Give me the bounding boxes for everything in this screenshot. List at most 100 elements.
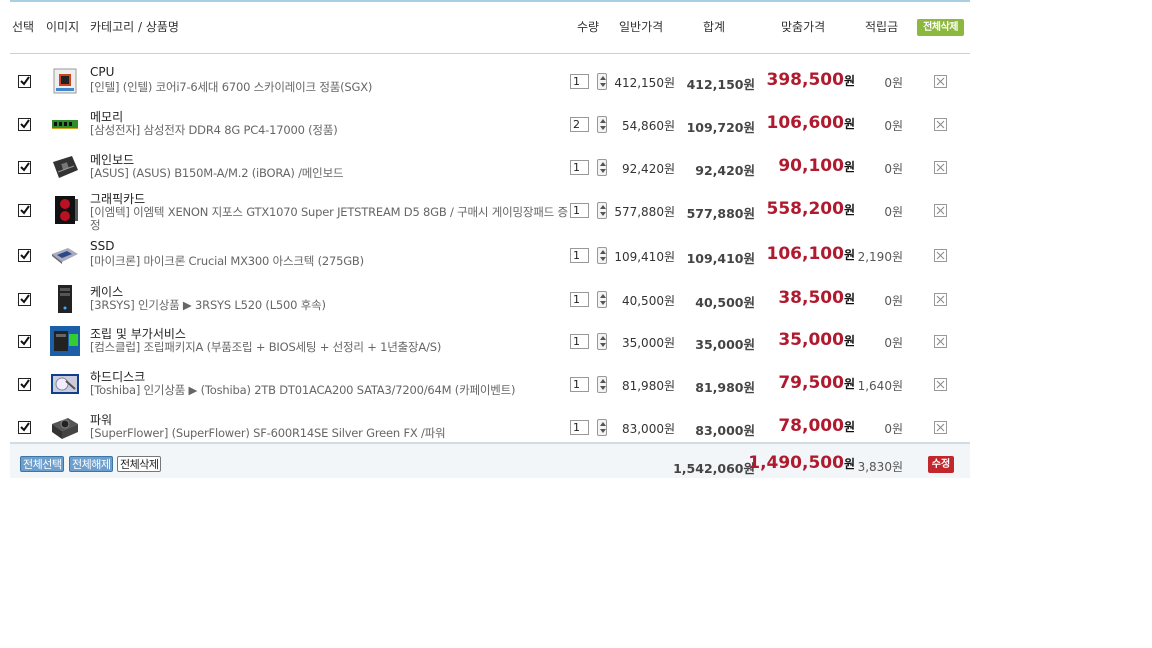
stepper-up-icon[interactable] (600, 336, 606, 340)
item-sale-value: 78,000 (778, 416, 844, 436)
assembly-service-icon[interactable] (50, 326, 80, 356)
stepper-down-icon[interactable] (600, 386, 606, 390)
quantity-stepper[interactable] (597, 116, 607, 133)
delete-all-button[interactable]: 전체삭제 (117, 456, 162, 472)
header-category-name: 카테고리 / 상품명 (90, 20, 179, 34)
item-sale-price: 79,500원 (778, 373, 855, 393)
item-name-link[interactable]: [마이크론] 마이크론 Crucial MX300 아스크텍 (275GB) (90, 255, 572, 268)
quantity-input[interactable]: 1 (570, 160, 589, 175)
quantity-input[interactable]: 1 (570, 203, 589, 218)
stepper-down-icon[interactable] (600, 169, 606, 173)
stepper-down-icon[interactable] (600, 301, 606, 305)
stepper-down-icon[interactable] (600, 343, 606, 347)
header-subtotal: 합계 (703, 20, 726, 34)
item-checkbox[interactable] (18, 335, 31, 348)
delete-item-icon[interactable] (934, 75, 947, 88)
quantity-stepper[interactable] (597, 291, 607, 308)
quantity-stepper[interactable] (597, 73, 607, 90)
item-regular-price: 40,500원 (621, 294, 675, 308)
delete-item-icon[interactable] (934, 421, 947, 434)
item-name-link[interactable]: [Toshiba] 인기상품 ▶ (Toshiba) 2TB DT01ACA20… (90, 384, 572, 397)
item-points: 0원 (884, 119, 903, 133)
quantity-stepper[interactable] (597, 419, 607, 436)
item-name-link[interactable]: [SuperFlower] (SuperFlower) SF-600R14SE … (90, 427, 572, 440)
item-sale-price: 90,100원 (778, 156, 855, 176)
total-sale-value: 1,490,500 (748, 453, 844, 473)
quantity-input[interactable]: 1 (570, 420, 589, 435)
delete-item-icon[interactable] (934, 335, 947, 348)
item-sale-price: 106,600원 (767, 113, 855, 133)
quantity-input[interactable]: 2 (570, 117, 589, 132)
quantity-input[interactable]: 1 (570, 334, 589, 349)
cart-row: 조립 및 부가서비스 [컴스클럽] 조립패키지A (부품조립 + BIOS세팅 +… (10, 324, 970, 358)
item-subtotal: 412,150원 (686, 77, 755, 92)
stepper-up-icon[interactable] (600, 250, 606, 254)
delete-all-button-top[interactable]: 전체삭제 (917, 19, 964, 36)
item-checkbox[interactable] (18, 118, 31, 131)
total-sale-price: 1,490,500원 (748, 453, 855, 473)
graphics-card-icon[interactable] (50, 195, 80, 225)
quantity-stepper[interactable] (597, 376, 607, 393)
item-sale-unit: 원 (843, 420, 855, 434)
item-name-link[interactable]: [인텔] (인텔) 코어i7-6세대 6700 스카이레이크 정품(SGX) (90, 81, 572, 94)
ssd-icon[interactable] (50, 240, 80, 270)
item-points: 1,640원 (857, 379, 903, 393)
delete-item-icon[interactable] (934, 204, 947, 217)
item-checkbox[interactable] (18, 293, 31, 306)
delete-item-icon[interactable] (934, 249, 947, 262)
quantity-input[interactable]: 1 (570, 74, 589, 89)
delete-item-icon[interactable] (934, 118, 947, 131)
stepper-up-icon[interactable] (600, 119, 606, 123)
hard-disk-icon[interactable] (50, 369, 80, 399)
item-checkbox[interactable] (18, 75, 31, 88)
item-name-link[interactable]: [ASUS] (ASUS) B150M-A/M.2 (iBORA) /메인보드 (90, 167, 572, 180)
deselect-all-button[interactable]: 전체해제 (69, 456, 114, 472)
quantity-stepper[interactable] (597, 202, 607, 219)
stepper-up-icon[interactable] (600, 379, 606, 383)
stepper-up-icon[interactable] (600, 294, 606, 298)
item-checkbox[interactable] (18, 421, 31, 434)
power-supply-icon[interactable] (50, 412, 80, 442)
stepper-up-icon[interactable] (600, 162, 606, 166)
quantity-input[interactable]: 1 (570, 248, 589, 263)
cart-row: 파워 [SuperFlower] (SuperFlower) SF-600R14S… (10, 410, 970, 444)
quantity-stepper[interactable] (597, 247, 607, 264)
cpu-icon[interactable] (50, 66, 80, 96)
item-checkbox[interactable] (18, 249, 31, 262)
item-name-link[interactable]: [컴스클럽] 조립패키지A (부품조립 + BIOS세팅 + 선정리 + 1년출… (90, 341, 572, 354)
memory-icon[interactable] (50, 109, 80, 139)
quantity-stepper[interactable] (597, 333, 607, 350)
item-name-link[interactable]: [3RSYS] 인기상품 ▶ 3RSYS L520 (L500 후속) (90, 299, 572, 312)
stepper-down-icon[interactable] (600, 126, 606, 130)
stepper-down-icon[interactable] (600, 83, 606, 87)
quantity-input[interactable]: 1 (570, 377, 589, 392)
select-all-button[interactable]: 전체선택 (20, 456, 65, 472)
stepper-down-icon[interactable] (600, 257, 606, 261)
edit-button[interactable]: 수정 (928, 456, 954, 473)
item-checkbox[interactable] (18, 161, 31, 174)
item-name-link[interactable]: [이엠텍] 이엠텍 XENON 지포스 GTX1070 Super JETSTR… (90, 206, 572, 232)
item-subtotal: 81,980원 (695, 380, 755, 395)
item-sale-price: 558,200원 (767, 199, 855, 219)
item-name-link[interactable]: [삼성전자] 삼성전자 DDR4 8G PC4-17000 (정품) (90, 124, 572, 137)
item-checkbox[interactable] (18, 204, 31, 217)
quantity-input[interactable]: 1 (570, 292, 589, 307)
quantity-stepper[interactable] (597, 159, 607, 176)
stepper-up-icon[interactable] (600, 76, 606, 80)
stepper-up-icon[interactable] (600, 422, 606, 426)
stepper-down-icon[interactable] (600, 429, 606, 433)
item-sale-price: 38,500원 (778, 288, 855, 308)
mainboard-icon[interactable] (50, 152, 80, 182)
item-regular-price: 83,000원 (621, 422, 675, 436)
total-points: 3,830원 (857, 460, 903, 474)
item-sale-price: 78,000원 (778, 416, 855, 436)
stepper-down-icon[interactable] (600, 212, 606, 216)
item-checkbox[interactable] (18, 378, 31, 391)
delete-item-icon[interactable] (934, 293, 947, 306)
cart-header: 선택 이미지 카테고리 / 상품명 수량 일반가격 합계 맞춤가격 적립금 전체… (10, 2, 970, 54)
delete-item-icon[interactable] (934, 161, 947, 174)
item-category: CPU (90, 65, 115, 79)
pc-case-icon[interactable] (50, 284, 80, 314)
delete-item-icon[interactable] (934, 378, 947, 391)
stepper-up-icon[interactable] (600, 205, 606, 209)
